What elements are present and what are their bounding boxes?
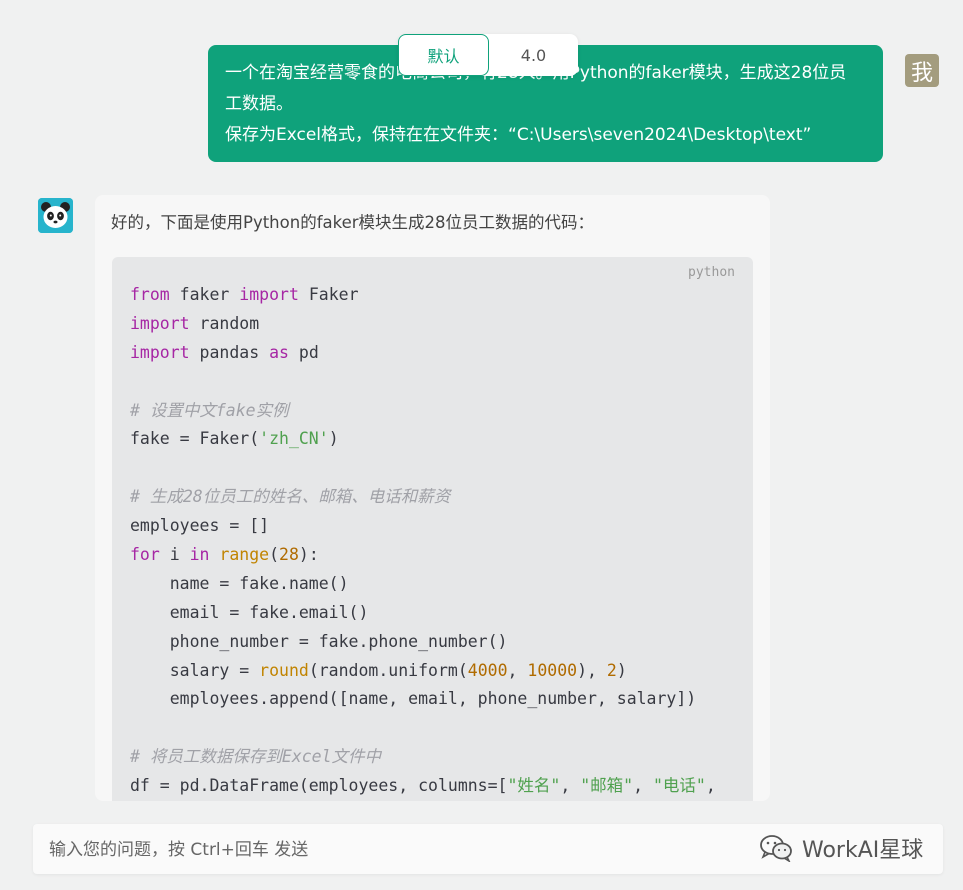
bot-message-bubble: 好的，下面是使用Python的faker模块生成28位员工数据的代码： pyth… <box>95 195 770 801</box>
code-line: for i in range(28): <box>130 545 319 565</box>
code-line: phone_number = fake.phone_number() <box>130 631 508 651</box>
code-block: python from faker import Faker import ran… <box>112 257 753 801</box>
model-switch: 默认 4.0 <box>398 34 578 76</box>
code-line: from faker import Faker <box>130 285 359 304</box>
code-line: # 设置中文fake实例 <box>130 400 289 420</box>
model-option-default[interactable]: 默认 <box>398 34 489 76</box>
user-avatar: 我 <box>905 54 939 87</box>
code-content: from faker import Faker import random impo… <box>130 281 716 801</box>
code-line: # 将员工数据保存到Excel文件中 <box>130 747 382 767</box>
code-line: fake = Faker('zh_CN') <box>130 429 339 449</box>
model-option-4[interactable]: 4.0 <box>489 34 578 76</box>
panda-icon <box>38 198 73 233</box>
question-input[interactable] <box>33 824 751 876</box>
user-message-line: 工数据。 <box>225 94 293 114</box>
bot-avatar <box>38 198 73 233</box>
watermark: WorkAI星球 <box>758 832 923 864</box>
wechat-icon <box>760 835 792 862</box>
code-line: import random <box>130 313 260 333</box>
code-language-label: python <box>688 265 735 280</box>
code-line: name = fake.name() <box>130 573 349 593</box>
bot-intro-text: 好的，下面是使用Python的faker模块生成28位员工数据的代码： <box>111 213 595 232</box>
user-message-line: 保存为Excel格式，保持在在文件夹：“C:\Users\seven2024\D… <box>225 125 812 145</box>
watermark-text: WorkAI星球 <box>802 838 924 863</box>
code-line: employees.append([name, email, phone_num… <box>130 689 697 709</box>
code-line: # 生成28位员工的姓名、邮箱、电话和薪资 <box>130 487 451 507</box>
code-line: import pandas as pd <box>130 342 319 362</box>
code-line: df = pd.DataFrame(employees, columns=["姓… <box>130 776 716 796</box>
code-line: email = fake.email() <box>130 602 369 622</box>
code-line: salary = round(random.uniform(4000, 1000… <box>130 660 627 680</box>
code-line: employees = [] <box>130 516 270 536</box>
